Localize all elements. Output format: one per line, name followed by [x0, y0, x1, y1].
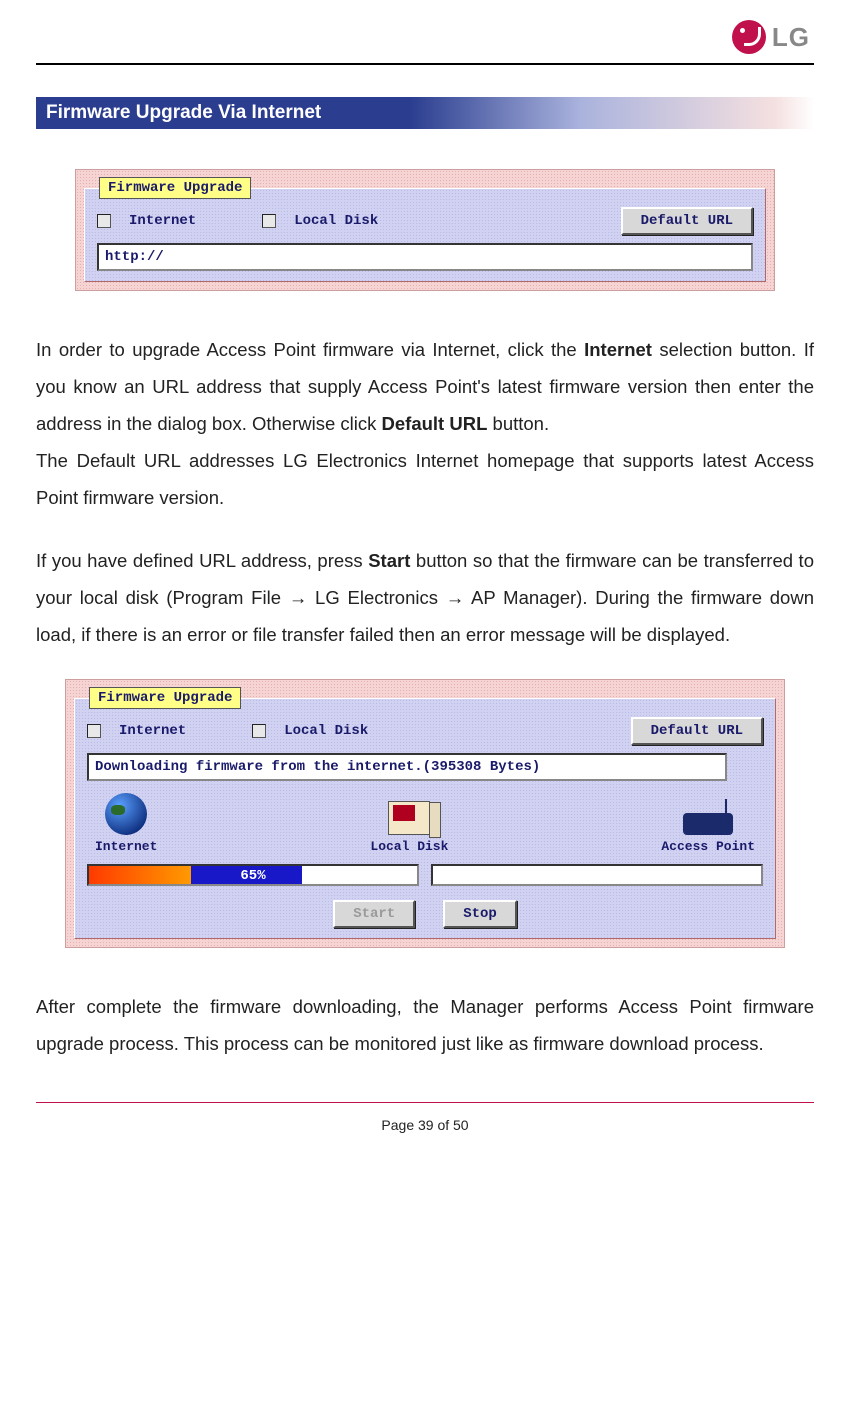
default-url-button[interactable]: Default URL: [621, 207, 753, 235]
localdisk-option-label-2: Local Disk: [284, 723, 368, 739]
default-url-button-2[interactable]: Default URL: [631, 717, 763, 745]
brand-logo: LG: [36, 20, 814, 59]
brand-name: LG: [772, 22, 810, 53]
firmware-upgrade-screenshot-2: Firmware Upgrade Internet Local Disk Def…: [65, 679, 785, 948]
internet-option-label: Internet: [129, 213, 196, 229]
header-rule: [36, 63, 814, 65]
download-progress-bar: 65%: [87, 864, 419, 886]
upgrade-progress-bar: [431, 864, 763, 886]
internet-checkbox-2[interactable]: [87, 724, 101, 738]
page-number: Page 39 of 50: [36, 1117, 814, 1133]
internet-option-label-2: Internet: [119, 723, 186, 739]
internet-checkbox[interactable]: [97, 214, 111, 228]
accesspoint-icon-label: Access Point: [661, 839, 755, 854]
globe-icon: [105, 793, 147, 835]
paragraph-1: In order to upgrade Access Point firmwar…: [36, 331, 814, 516]
localdisk-checkbox-2[interactable]: [252, 724, 266, 738]
paragraph-3: After complete the firmware downloading,…: [36, 988, 814, 1062]
footer-rule: [36, 1102, 814, 1103]
start-button[interactable]: Start: [333, 900, 415, 928]
url-input[interactable]: http://: [97, 243, 753, 271]
paragraph-2: If you have defined URL address, press S…: [36, 542, 814, 653]
internet-icon-label: Internet: [95, 839, 157, 854]
group-title-2: Firmware Upgrade: [89, 687, 241, 709]
progress-text: 65%: [89, 868, 417, 884]
localdisk-icon-label: Local Disk: [370, 839, 448, 854]
stop-button[interactable]: Stop: [443, 900, 517, 928]
firmware-upgrade-screenshot-1: Firmware Upgrade Internet Local Disk Def…: [75, 169, 775, 291]
computer-icon: [388, 801, 430, 835]
access-point-icon: [683, 813, 733, 835]
section-heading: Firmware Upgrade Via Internet: [36, 97, 814, 129]
lg-mark-icon: [732, 20, 766, 54]
localdisk-option-label: Local Disk: [294, 213, 378, 229]
localdisk-checkbox[interactable]: [262, 214, 276, 228]
status-field: Downloading firmware from the internet.(…: [87, 753, 727, 781]
group-title: Firmware Upgrade: [99, 177, 251, 199]
